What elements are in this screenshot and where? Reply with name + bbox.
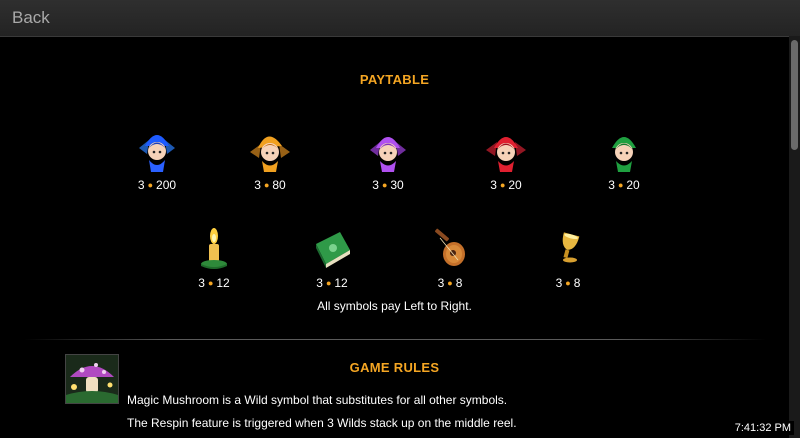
pay-value: 20 — [626, 178, 640, 192]
bullet-icon: ● — [325, 278, 332, 288]
rule-line-wild: Magic Mushroom is a Wild symbol that sub… — [127, 393, 508, 407]
section-divider — [24, 339, 766, 340]
pay-count: 3 — [490, 178, 497, 192]
green-fairy-icon — [612, 137, 636, 172]
system-clock: 7:41:32 PM — [731, 421, 794, 435]
bullet-icon: ● — [617, 180, 624, 190]
bullet-icon: ● — [207, 278, 214, 288]
top-bar: Back — [0, 0, 800, 37]
orange-fairy-icon — [250, 136, 290, 172]
paytable-item-orange-fairy: 3 ● 80 — [230, 126, 310, 192]
bullet-icon: ● — [263, 180, 270, 190]
candle-icon — [201, 228, 227, 269]
pay-count: 3 — [316, 276, 323, 290]
goblet-icon — [562, 232, 580, 263]
back-button[interactable]: Back — [12, 8, 50, 28]
pay-count: 3 — [608, 178, 615, 192]
paytable-item-purple-fairy: 3 ● 30 — [348, 126, 428, 192]
paytable-item-lute: 3 ● 8 — [410, 224, 490, 290]
blue-fairy-icon — [139, 135, 175, 172]
pay-value: 8 — [455, 276, 463, 290]
pay-count: 3 — [137, 178, 145, 192]
spellbook-icon — [316, 232, 350, 268]
pay-count: 3 — [372, 178, 379, 192]
lute-icon — [434, 228, 465, 266]
paytable-item-spellbook: 3 ● 12 — [292, 224, 372, 290]
scrollbar-thumb[interactable] — [791, 40, 798, 150]
bullet-icon: ● — [565, 278, 571, 288]
bullet-icon: ● — [499, 180, 506, 190]
paytable-item-candle: 3 ● 12 — [174, 224, 254, 290]
pay-value: 12 — [334, 276, 348, 290]
paytable-item-green-fairy: 3 ● 20 — [584, 126, 664, 192]
vertical-scrollbar[interactable] — [789, 36, 800, 438]
bullet-icon: ● — [381, 180, 388, 190]
magic-mushroom-icon — [65, 354, 119, 404]
paytable-item-red-fairy: 3 ● 20 — [466, 126, 546, 192]
paytable-item-goblet: 3 ● 8 — [528, 224, 608, 290]
pay-count: 3 — [254, 178, 261, 192]
pay-value: 20 — [508, 178, 522, 192]
pay-direction-note: All symbols pay Left to Right. — [317, 299, 472, 313]
pay-value: 8 — [573, 276, 581, 290]
purple-fairy-icon — [370, 137, 406, 172]
pay-value: 30 — [390, 178, 404, 192]
pay-count: 3 — [198, 276, 205, 290]
paytable-title: PAYTABLE — [359, 72, 430, 87]
bullet-icon: ● — [447, 278, 453, 288]
paytable-item-blue-fairy: 3 ● 200 — [117, 126, 197, 192]
pay-value: 80 — [272, 178, 286, 192]
red-fairy-icon — [486, 137, 526, 172]
pay-value: 200 — [156, 178, 177, 192]
pay-value: 12 — [216, 276, 230, 290]
rule-line-respin: The Respin feature is triggered when 3 W… — [127, 416, 517, 430]
bullet-icon: ● — [147, 180, 154, 190]
